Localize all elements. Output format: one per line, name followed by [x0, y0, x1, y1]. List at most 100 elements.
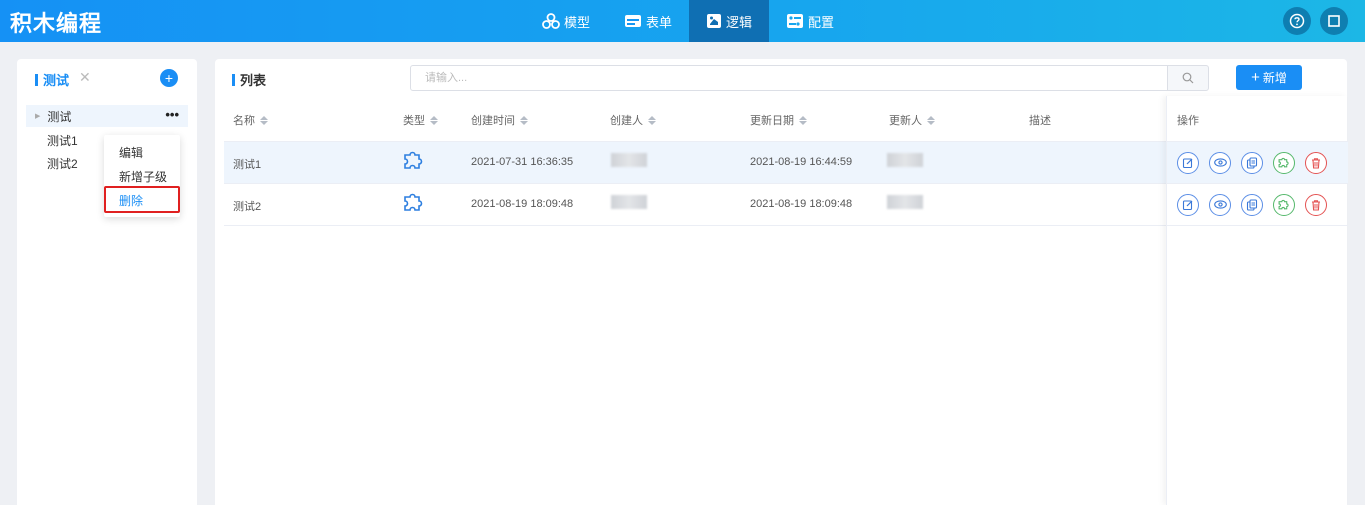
- cell-created-time: 2021-08-19 18:09:48: [471, 198, 574, 210]
- nav-model-label: 模型: [564, 14, 591, 30]
- add-category-button[interactable]: +: [160, 69, 178, 87]
- delete-icon: [1312, 199, 1320, 211]
- list-title-label: 列表: [240, 73, 267, 88]
- tree-item-child[interactable]: 测试1: [47, 132, 78, 149]
- sort-icon[interactable]: [799, 115, 807, 125]
- view-button[interactable]: [1209, 193, 1231, 216]
- nav-logic-label: 逻辑: [726, 14, 753, 30]
- col-label: 操作: [1177, 115, 1199, 127]
- col-created-time[interactable]: 创建时间: [471, 112, 528, 128]
- edit-icon: [1182, 157, 1193, 168]
- sort-icon[interactable]: [648, 115, 656, 125]
- context-menu: 编辑 新增子级 删除: [104, 135, 180, 217]
- col-label: 创建人: [610, 115, 643, 127]
- col-description: 描述: [1029, 112, 1051, 128]
- edit-button[interactable]: [1177, 193, 1199, 216]
- config-icon: [787, 14, 804, 28]
- col-name[interactable]: 名称: [233, 112, 268, 128]
- col-label: 更新日期: [750, 115, 794, 127]
- puzzle-icon: [1278, 157, 1289, 167]
- col-label: 名称: [233, 115, 255, 127]
- nav-config[interactable]: 配置: [769, 0, 851, 42]
- view-icon: [1213, 158, 1227, 167]
- logic-icon: [707, 14, 722, 28]
- main-panel: 列表 + 新增 名称 类型 创建时间 创建人 更新日期 更新人 描述 测试1 2…: [215, 59, 1348, 505]
- col-updated-date[interactable]: 更新日期: [750, 112, 807, 128]
- cell-updated-date: 2021-08-19 16:44:59: [750, 156, 853, 168]
- help-button[interactable]: [1283, 7, 1311, 35]
- cell-name: 测试2: [233, 201, 262, 213]
- model-icon: [542, 13, 560, 29]
- sort-icon[interactable]: [430, 115, 438, 125]
- add-button-label: 新增: [1262, 71, 1287, 85]
- nav-logic[interactable]: 逻辑: [689, 0, 770, 42]
- copy-icon: [1246, 156, 1258, 169]
- cell-created-time: 2021-07-31 16:36:35: [471, 156, 574, 168]
- copy-button[interactable]: [1241, 151, 1263, 174]
- tree-item-label: 测试: [47, 109, 72, 124]
- cell-creator-redacted: [611, 195, 647, 209]
- col-updater[interactable]: 更新人: [889, 112, 935, 128]
- sort-icon[interactable]: [520, 115, 528, 125]
- cell-updater-redacted: [887, 153, 923, 167]
- logic-design-button[interactable]: [1273, 151, 1295, 174]
- col-type[interactable]: 类型: [403, 112, 438, 128]
- highlight-box: [104, 186, 180, 213]
- search-button[interactable]: [1167, 65, 1209, 91]
- close-icon[interactable]: ✕: [79, 69, 91, 86]
- add-button[interactable]: + 新增: [1236, 65, 1302, 90]
- sort-icon[interactable]: [927, 115, 935, 125]
- nav-form-label: 表单: [646, 14, 673, 30]
- more-icon[interactable]: •••: [165, 107, 179, 122]
- col-label: 描述: [1029, 115, 1051, 127]
- delete-button[interactable]: [1305, 193, 1327, 216]
- operations-column: 操作: [1166, 96, 1348, 505]
- nav-form[interactable]: 表单: [607, 0, 689, 42]
- list-title: 列表: [232, 70, 266, 89]
- delete-icon: [1312, 157, 1320, 169]
- edit-button[interactable]: [1177, 151, 1199, 174]
- col-label: 更新人: [889, 115, 922, 127]
- nav-model[interactable]: 模型: [525, 0, 607, 42]
- plus-icon: +: [164, 70, 174, 86]
- copy-icon: [1246, 198, 1258, 211]
- sidebar-title[interactable]: 测试: [35, 70, 69, 89]
- title-bar-marker: [35, 73, 38, 86]
- search-icon: [1182, 72, 1194, 84]
- sidebar-panel: 测试 ✕ + ▶ 测试 ••• 测试1 测试2 编辑 新增子级 删除: [17, 59, 197, 505]
- puzzle-icon: [404, 151, 423, 169]
- menu-item-edit[interactable]: 编辑: [119, 144, 143, 161]
- menu-item-add-child[interactable]: 新增子级: [119, 168, 167, 185]
- tree-item-root[interactable]: ▶ 测试 •••: [26, 105, 188, 127]
- edit-icon: [1182, 199, 1193, 210]
- logic-design-button[interactable]: [1273, 193, 1295, 216]
- cell-creator-redacted: [611, 153, 647, 167]
- col-label: 创建时间: [471, 115, 515, 127]
- app-logo: 积木编程: [10, 12, 103, 37]
- view-icon: [1213, 200, 1227, 209]
- operations-header: 操作: [1167, 96, 1348, 142]
- top-nav: 模型 表单 逻辑 配置: [525, 0, 851, 42]
- table-row[interactable]: 测试2 2021-08-19 18:09:48 2021-08-19 18:09…: [224, 184, 1166, 226]
- tree-item-child[interactable]: 测试2: [47, 155, 78, 172]
- cell-updater-redacted: [887, 195, 923, 209]
- sidebar-title-label: 测试: [43, 73, 70, 88]
- form-icon: [625, 15, 642, 27]
- operations-row: [1167, 184, 1348, 226]
- copy-button[interactable]: [1241, 193, 1263, 216]
- view-button[interactable]: [1209, 151, 1231, 174]
- sort-icon[interactable]: [260, 115, 268, 125]
- table-row[interactable]: 测试1 2021-07-31 16:36:35 2021-08-19 16:44…: [224, 142, 1166, 184]
- operations-row: [1167, 142, 1348, 184]
- cell-updated-date: 2021-08-19 18:09:48: [750, 198, 853, 210]
- delete-button[interactable]: [1305, 151, 1327, 174]
- caret-right-icon[interactable]: ▶: [35, 112, 40, 120]
- col-creator[interactable]: 创建人: [610, 112, 656, 128]
- puzzle-icon: [1278, 199, 1289, 209]
- nav-config-label: 配置: [808, 14, 835, 30]
- square-icon: [1328, 15, 1340, 27]
- search-input[interactable]: [410, 65, 1169, 91]
- top-header: 积木编程 模型 表单 逻辑 配置: [0, 0, 1365, 42]
- question-circle-icon: [1289, 13, 1305, 29]
- window-button[interactable]: [1320, 7, 1348, 35]
